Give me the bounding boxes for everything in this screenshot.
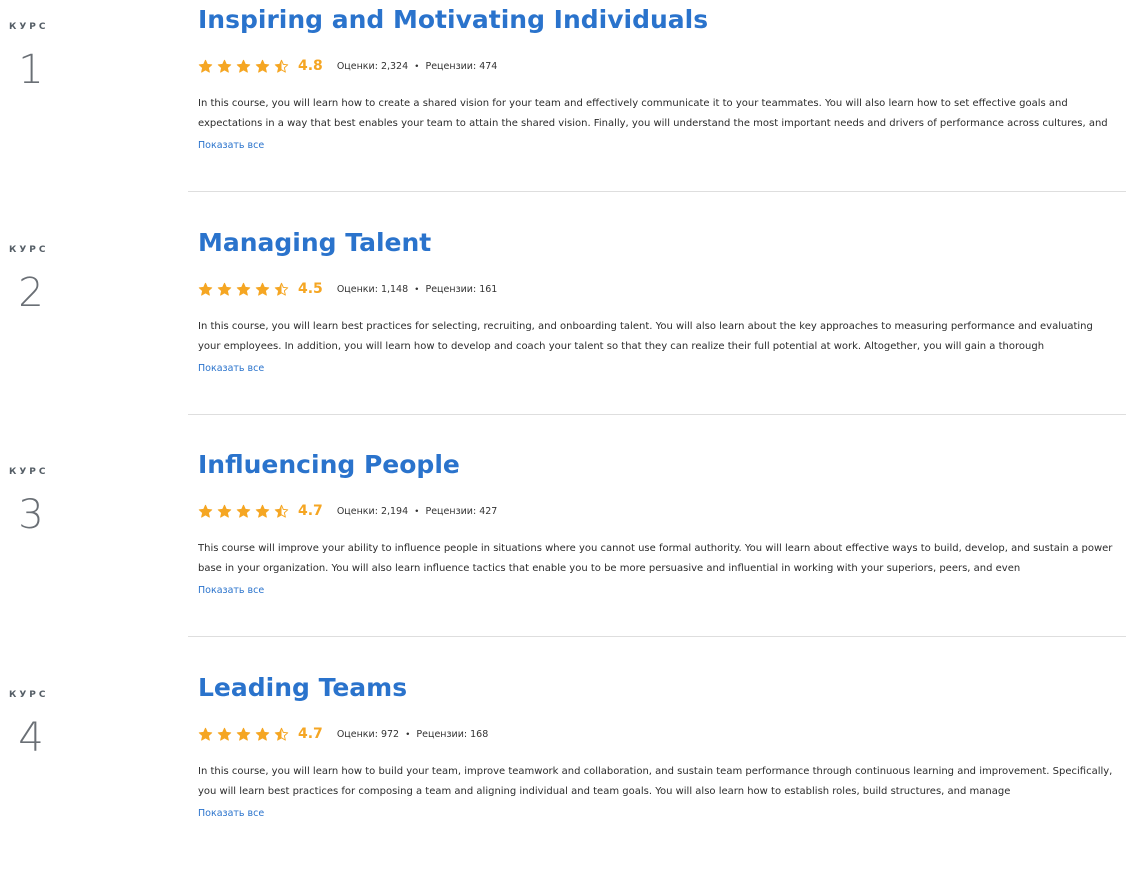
course-description: This course will improve your ability to…	[198, 543, 1113, 574]
star-icon	[217, 727, 232, 741]
reviews-count: Рецензии: 427	[425, 505, 498, 517]
star-icon	[217, 504, 232, 518]
course-number: 3	[18, 492, 44, 538]
star-rating	[198, 282, 289, 297]
course-title-link[interactable]: Inspiring and Motivating Individuals	[198, 4, 708, 36]
star-icon	[217, 59, 232, 73]
reviews-count: Рецензии: 161	[425, 283, 498, 295]
show-all-link[interactable]: Показать все	[198, 585, 264, 596]
course-description: In this course, you will learn how to cr…	[198, 98, 1108, 129]
rating-row: 4.8 Оценки: 2,324 • Рецензии: 474	[198, 56, 497, 76]
star-icon	[217, 282, 232, 296]
divider	[188, 636, 1126, 637]
course-number: 1	[18, 47, 44, 93]
ratings-count: Оценки: 1,148	[336, 283, 409, 295]
show-all-link[interactable]: Показать все	[198, 808, 264, 819]
star-icon	[274, 504, 289, 518]
star-icon	[236, 282, 251, 296]
course-item-1: КУРС 1 Inspiring and Motivating Individu…	[0, 0, 1126, 223]
separator-dot: •	[415, 505, 419, 517]
rating-value: 4.5	[298, 281, 323, 297]
star-rating	[198, 59, 289, 74]
star-icon	[236, 727, 251, 741]
rating-row: 4.7 Оценки: 2,194 • Рецензии: 427	[198, 501, 497, 521]
star-icon	[198, 504, 213, 518]
star-icon	[236, 504, 251, 518]
reviews-count: Рецензии: 168	[416, 728, 489, 740]
course-label: КУРС	[9, 245, 49, 255]
rating-value: 4.8	[298, 58, 323, 74]
course-number: 2	[18, 270, 44, 316]
divider	[188, 191, 1126, 192]
course-label: КУРС	[9, 690, 49, 700]
course-number: 4	[18, 715, 44, 761]
star-icon	[198, 59, 213, 73]
course-label: КУРС	[9, 22, 49, 32]
course-title-link[interactable]: Leading Teams	[198, 672, 407, 704]
course-title-link[interactable]: Influencing People	[198, 449, 460, 481]
rating-row: 4.7 Оценки: 972 • Рецензии: 168	[198, 724, 488, 744]
star-icon	[274, 282, 289, 296]
star-icon	[274, 727, 289, 741]
course-item-2: КУРС 2 Managing Talent 4.5 Оценки: 1,148…	[0, 223, 1126, 446]
course-item-4: КУРС 4 Leading Teams 4.7 Оценки: 972 • Р…	[0, 668, 1126, 891]
rating-row: 4.5 Оценки: 1,148 • Рецензии: 161	[198, 279, 497, 299]
star-icon	[255, 727, 270, 741]
course-title-link[interactable]: Managing Talent	[198, 227, 431, 259]
course-item-3: КУРС 3 Influencing People 4.7 Оценки: 2,…	[0, 445, 1126, 668]
rating-value: 4.7	[298, 726, 323, 742]
course-description: In this course, you will learn how to bu…	[198, 766, 1113, 797]
star-icon	[255, 59, 270, 73]
star-icon	[255, 282, 270, 296]
ratings-count: Оценки: 2,194	[336, 505, 409, 517]
show-all-link[interactable]: Показать все	[198, 363, 264, 374]
ratings-count: Оценки: 2,324	[336, 60, 409, 72]
divider	[188, 414, 1126, 415]
star-icon	[198, 727, 213, 741]
course-label: КУРС	[9, 467, 49, 477]
separator-dot: •	[406, 728, 410, 740]
star-icon	[274, 59, 289, 73]
star-icon	[255, 504, 270, 518]
course-description: In this course, you will learn best prac…	[198, 321, 1093, 352]
ratings-count: Оценки: 972	[336, 728, 400, 740]
separator-dot: •	[415, 283, 419, 295]
separator-dot: •	[415, 60, 419, 72]
star-icon	[236, 59, 251, 73]
star-icon	[198, 282, 213, 296]
show-all-link[interactable]: Показать все	[198, 140, 264, 151]
rating-value: 4.7	[298, 503, 323, 519]
star-rating	[198, 727, 289, 742]
reviews-count: Рецензии: 474	[425, 60, 498, 72]
star-rating	[198, 504, 289, 519]
